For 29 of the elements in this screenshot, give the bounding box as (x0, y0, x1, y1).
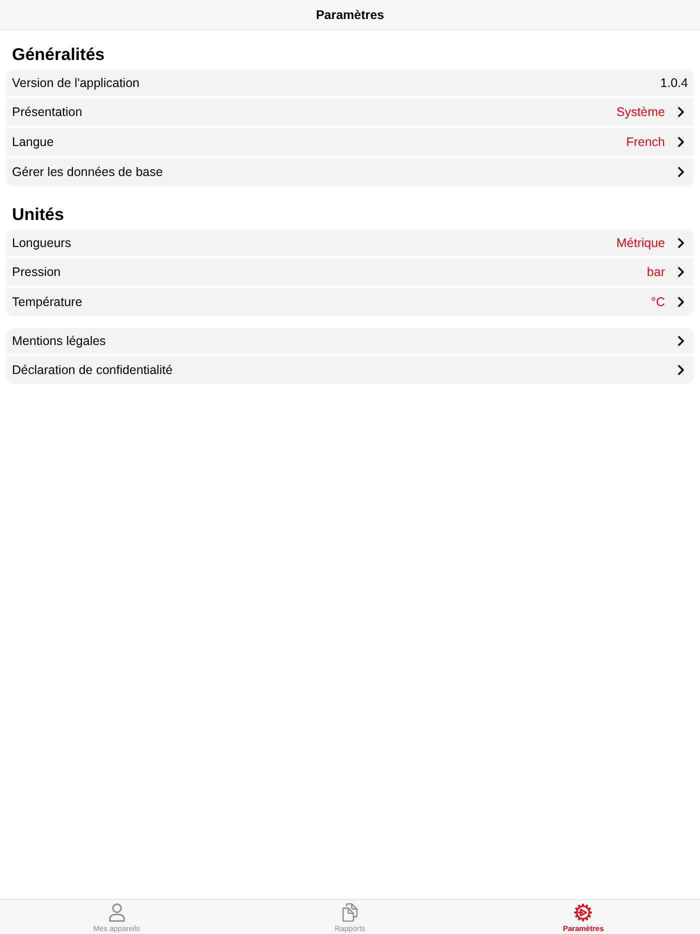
row-value: 1.0.4 (660, 76, 688, 90)
row-label: Gérer les données de base (12, 165, 163, 179)
screen-title: Paramètres (316, 8, 384, 22)
documents-icon (340, 903, 359, 922)
chevron-icon (678, 167, 684, 177)
row-value: Métrique (616, 236, 665, 250)
row-value: French (626, 135, 665, 149)
section-heading: Généralités (12, 44, 105, 66)
row-label: Déclaration de confidentialité (12, 363, 173, 377)
row-label: Version de l'application (12, 76, 140, 90)
row-label: Langue (12, 135, 54, 149)
chevron-icon (678, 336, 684, 346)
row-label: Pression (12, 265, 61, 279)
chevron-icon (678, 238, 684, 248)
chevron-icon (678, 107, 684, 117)
gear-icon (574, 903, 592, 922)
row-value: Système (616, 105, 665, 119)
chevron-icon (678, 137, 684, 147)
row-label: Mentions légales (12, 334, 106, 348)
row-label: Longueurs (12, 236, 72, 250)
row-label: Présentation (12, 105, 82, 119)
row-value: °C (650, 295, 665, 309)
row-value: bar (646, 265, 665, 279)
row-label: Température (12, 295, 82, 309)
chevron-icon (678, 365, 684, 375)
chevron-icon (678, 297, 684, 307)
chevron-icon (678, 267, 684, 277)
person-icon (108, 903, 126, 922)
section-heading: Unités (12, 204, 64, 226)
